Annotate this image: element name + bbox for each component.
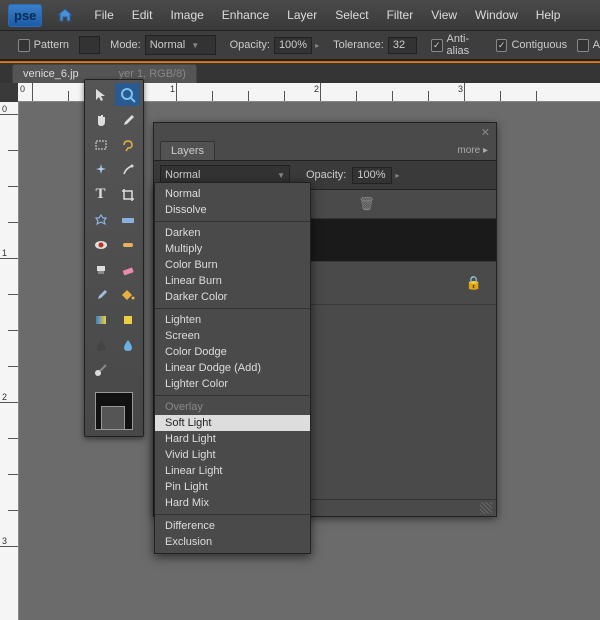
eraser-tool-icon[interactable] (115, 258, 140, 281)
pattern-swatch[interactable] (79, 36, 100, 54)
options-bar: Pattern Mode: Normal▼ Opacity: 100% ▸ To… (0, 31, 600, 61)
blend-soft-light[interactable]: Soft Light (155, 415, 310, 431)
blend-overlay[interactable]: Overlay (155, 399, 310, 415)
toolbox: T (84, 79, 144, 437)
menu-layer[interactable]: Layer (287, 8, 317, 22)
type-tool-icon[interactable]: T (88, 183, 113, 206)
mode-select[interactable]: Normal▼ (145, 35, 216, 55)
blend-pin-light[interactable]: Pin Light (155, 479, 310, 495)
clone-stamp-tool-icon[interactable] (88, 258, 113, 281)
antialias-label: Anti-alias (447, 33, 486, 57)
move-tool-icon[interactable] (88, 83, 113, 106)
close-icon[interactable]: ✕ (481, 126, 490, 139)
shape-tool-icon[interactable] (115, 308, 140, 331)
menu-window[interactable]: Window (475, 8, 518, 22)
blend-hard-mix[interactable]: Hard Mix (155, 495, 310, 511)
blend-linear-light[interactable]: Linear Light (155, 463, 310, 479)
detail-brush-tool-icon[interactable] (88, 358, 113, 381)
blend-linear-dodge[interactable]: Linear Dodge (Add) (155, 360, 310, 376)
contiguous-checkbox[interactable]: ✓ (496, 39, 508, 52)
home-icon[interactable] (56, 7, 74, 23)
straighten-tool-icon[interactable] (115, 208, 140, 231)
opacity-label: Opacity: (230, 39, 270, 51)
opacity-field[interactable]: 100% (274, 37, 312, 54)
paint-bucket-tool-icon[interactable] (115, 283, 140, 306)
lock-icon: 🔒 (466, 275, 482, 291)
pattern-checkbox[interactable] (18, 39, 30, 52)
lasso-tool-icon[interactable] (115, 133, 140, 156)
contiguous-label: Contiguous (511, 39, 567, 51)
cookie-cutter-tool-icon[interactable] (88, 208, 113, 231)
antialias-checkbox[interactable]: ✓ (431, 39, 443, 52)
menu-edit[interactable]: Edit (132, 8, 153, 22)
redeye-tool-icon[interactable] (88, 233, 113, 256)
tolerance-field[interactable]: 32 (388, 37, 417, 54)
blend-mode-dropdown: Normal Dissolve Darken Multiply Color Bu… (154, 182, 311, 554)
gradient-tool-icon[interactable] (88, 308, 113, 331)
hand-tool-icon[interactable] (88, 108, 113, 131)
menu-file[interactable]: File (94, 8, 113, 22)
blend-darker-color[interactable]: Darker Color (155, 289, 310, 305)
blend-hard-light[interactable]: Hard Light (155, 431, 310, 447)
healing-brush-tool-icon[interactable] (115, 233, 140, 256)
opacity-slider-icon[interactable]: ▸ (315, 41, 319, 50)
resize-grip-icon[interactable] (480, 502, 492, 514)
quick-selection-tool-icon[interactable] (115, 158, 140, 181)
magic-wand-tool-icon[interactable] (88, 158, 113, 181)
blend-multiply[interactable]: Multiply (155, 241, 310, 257)
menu-help[interactable]: Help (536, 8, 561, 22)
sponge-tool-icon[interactable] (115, 333, 140, 356)
vertical-ruler: 0 1 2 3 (0, 102, 19, 620)
all-layers-label: A (593, 39, 600, 51)
crop-tool-icon[interactable] (115, 183, 140, 206)
layers-opacity-field[interactable]: 100% (352, 167, 392, 184)
trash-icon[interactable]: 🗑 (358, 196, 375, 212)
zoom-tool-icon[interactable] (115, 83, 140, 106)
brush-tool-icon[interactable] (88, 283, 113, 306)
mode-label: Mode: (110, 39, 141, 51)
pse-logo: pse (8, 4, 42, 27)
color-swatches[interactable] (87, 392, 141, 432)
blend-normal[interactable]: Normal (155, 186, 310, 202)
background-color[interactable] (101, 406, 125, 430)
blend-linear-burn[interactable]: Linear Burn (155, 273, 310, 289)
menu-enhance[interactable]: Enhance (222, 8, 269, 22)
blend-color-burn[interactable]: Color Burn (155, 257, 310, 273)
menu-image[interactable]: Image (170, 8, 203, 22)
opacity-dropdown-icon[interactable]: ▸ (395, 171, 399, 180)
marquee-tool-icon[interactable] (88, 133, 113, 156)
blend-lighter-color[interactable]: Lighter Color (155, 376, 310, 392)
blend-vivid-light[interactable]: Vivid Light (155, 447, 310, 463)
menu-filter[interactable]: Filter (387, 8, 414, 22)
blend-dissolve[interactable]: Dissolve (155, 202, 310, 218)
blend-difference[interactable]: Difference (155, 518, 310, 534)
menu-select[interactable]: Select (335, 8, 368, 22)
blend-darken[interactable]: Darken (155, 225, 310, 241)
empty-tool-slot (115, 358, 140, 381)
pattern-label: Pattern (34, 39, 69, 51)
blur-tool-icon[interactable] (88, 333, 113, 356)
blend-exclusion[interactable]: Exclusion (155, 534, 310, 550)
tolerance-label: Tolerance: (333, 39, 384, 51)
blend-color-dodge[interactable]: Color Dodge (155, 344, 310, 360)
app-menu-bar: pse File Edit Image Enhance Layer Select… (0, 0, 600, 31)
blend-screen[interactable]: Screen (155, 328, 310, 344)
blend-lighten[interactable]: Lighten (155, 312, 310, 328)
panel-menu[interactable]: more ▸ (457, 145, 488, 156)
eyedropper-tool-icon[interactable] (115, 108, 140, 131)
layers-opacity-label: Opacity: (306, 169, 346, 181)
menu-view[interactable]: View (431, 8, 457, 22)
layers-tab[interactable]: Layers (160, 141, 215, 160)
all-layers-checkbox[interactable] (577, 39, 589, 52)
